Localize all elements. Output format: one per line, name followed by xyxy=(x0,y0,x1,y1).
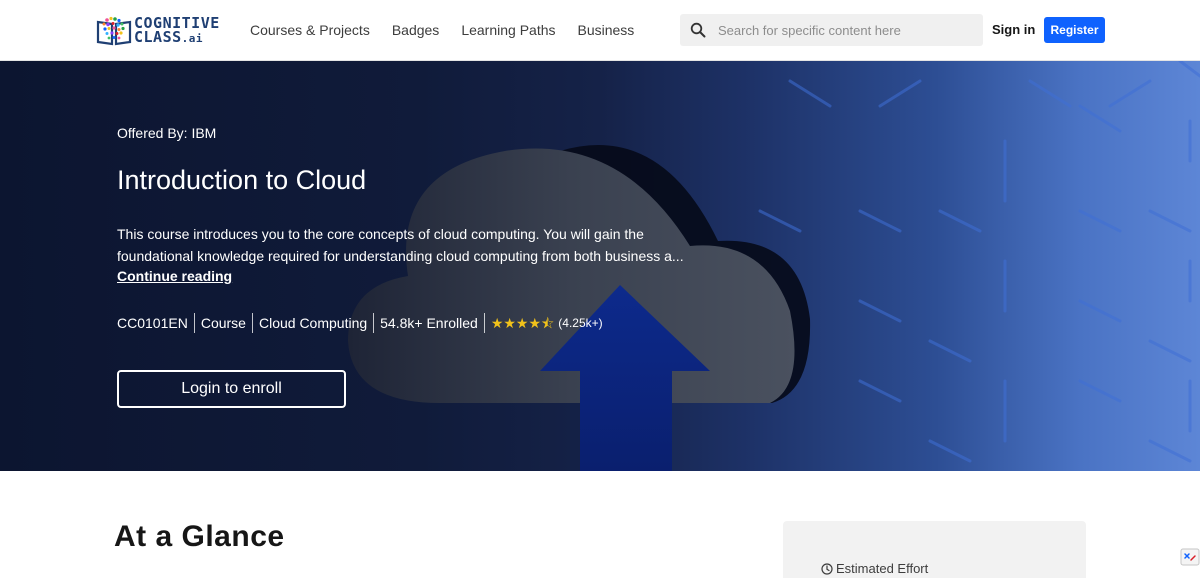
logo-ai-suffix: .ai xyxy=(181,32,204,45)
search-input[interactable] xyxy=(718,22,968,38)
search-bar xyxy=(680,14,983,46)
nav-badges[interactable]: Badges xyxy=(392,20,439,40)
register-button[interactable]: Register xyxy=(1044,17,1105,43)
description-line: This course introduces you to the core c… xyxy=(117,226,644,242)
estimated-effort: Estimated Effort xyxy=(821,561,928,576)
nav-learning-paths[interactable]: Learning Paths xyxy=(461,20,555,40)
site-header: COGNITIVE CLASS.ai Courses & Projects Ba… xyxy=(0,0,1200,61)
course-title: Introduction to Cloud xyxy=(117,165,367,195)
continue-reading-link[interactable]: Continue reading xyxy=(117,268,232,284)
cognitive-class-logo[interactable]: COGNITIVE CLASS.ai xyxy=(96,15,228,47)
cognitive-class-logo-icon xyxy=(96,16,132,46)
course-code: CC0101EN xyxy=(117,315,188,331)
main-nav: Courses & Projects Badges Learning Paths… xyxy=(250,20,634,40)
offered-by: Offered By: IBM xyxy=(117,125,217,141)
nav-courses-projects[interactable]: Courses & Projects xyxy=(250,20,370,40)
login-to-enroll-button[interactable]: Login to enroll xyxy=(117,370,346,408)
rating-count: (4.25k+) xyxy=(558,316,603,330)
course-meta: CC0101EN Course Cloud Computing 54.8k+ E… xyxy=(117,313,609,333)
course-rating: ★★★★⯪ (4.25k+) xyxy=(483,313,609,333)
course-hero: Offered By: IBM Introduction to Cloud Th… xyxy=(0,61,1200,471)
course-info-card: Estimated Effort xyxy=(783,521,1086,578)
description-line: foundational knowledge required for unde… xyxy=(117,248,684,264)
estimated-effort-label: Estimated Effort xyxy=(836,561,929,576)
course-topic: Cloud Computing xyxy=(251,313,373,333)
logo-wordmark: COGNITIVE CLASS.ai xyxy=(134,16,220,46)
clock-icon xyxy=(821,562,833,575)
feedback-widget-icon[interactable] xyxy=(1180,547,1200,567)
logo-class-text: CLASS xyxy=(134,28,182,46)
logo-line-2: CLASS.ai xyxy=(134,30,220,46)
course-type: Course xyxy=(193,313,252,333)
enrolled-count: 54.8k+ Enrolled xyxy=(373,313,484,333)
course-description: This course introduces you to the core c… xyxy=(117,223,684,267)
nav-business[interactable]: Business xyxy=(578,20,635,40)
at-a-glance-heading: At a Glance xyxy=(114,520,285,553)
search-icon[interactable] xyxy=(690,22,706,38)
rating-stars-icon: ★★★★⯪ xyxy=(490,315,555,331)
sign-in-link[interactable]: Sign in xyxy=(992,20,1035,40)
